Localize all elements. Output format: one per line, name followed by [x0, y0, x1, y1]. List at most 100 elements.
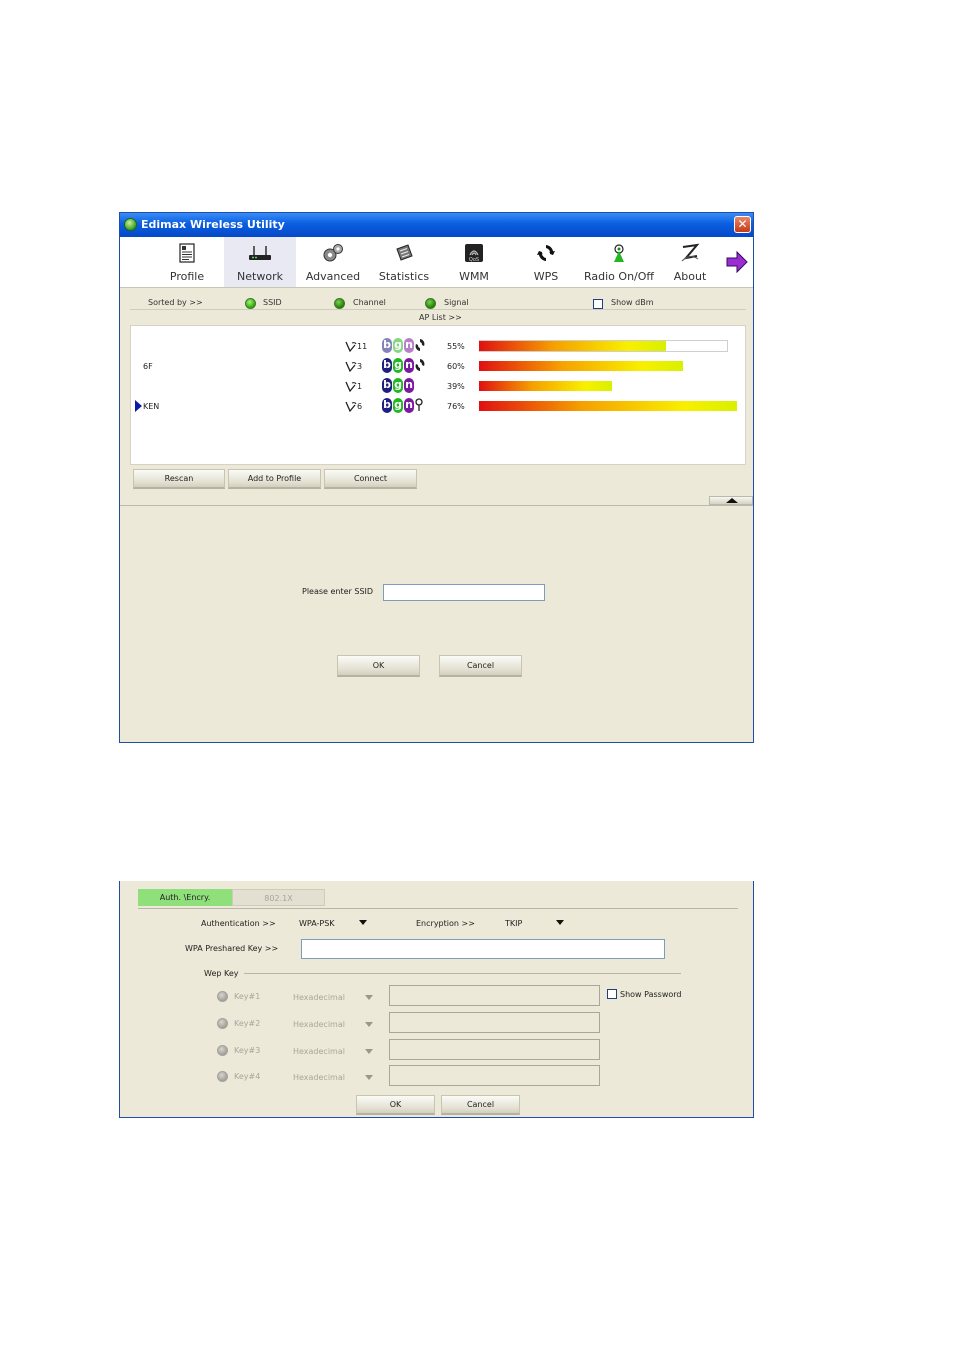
collapse-panel-button[interactable] — [709, 496, 753, 505]
wpa-psk-input[interactable] — [301, 939, 665, 959]
toolbar-advanced-button[interactable]: Advanced — [302, 237, 364, 287]
ap-signal-bar — [479, 361, 683, 371]
toolbar-network-button[interactable]: Network — [224, 237, 296, 287]
wmm-qos-icon: QoS — [465, 244, 483, 263]
wps-icon — [537, 245, 555, 261]
wep-key-format-select[interactable]: Hexadecimal — [291, 1069, 379, 1084]
encryption-select[interactable]: TKIP — [503, 915, 581, 929]
wep-key-label: Key#3 — [234, 1046, 261, 1055]
statistics-icon — [396, 244, 413, 261]
mode-g-badge: g — [393, 358, 403, 373]
next-arrow-icon[interactable] — [725, 251, 749, 273]
mode-n-badge: n — [404, 398, 414, 413]
rescan-button[interactable]: Rescan — [133, 469, 225, 489]
toolbar-label-network: Network — [237, 270, 283, 283]
ssid-ok-button[interactable]: OK — [337, 655, 420, 677]
tab-auth-encry[interactable]: Auth. \Encry. — [138, 889, 232, 906]
wep-key-input[interactable] — [389, 1065, 600, 1086]
ap-ssid: 6F — [143, 362, 153, 371]
toolbar-label-about: About — [673, 270, 707, 283]
channel-antenna-icon — [345, 361, 357, 373]
chevron-down-icon — [556, 920, 564, 925]
connect-button[interactable]: Connect — [324, 469, 417, 489]
wpa-psk-label: WPA Preshared Key >> — [185, 944, 279, 953]
wep-key-format-select[interactable]: Hexadecimal — [291, 1043, 379, 1058]
close-button[interactable]: ✕ — [734, 216, 751, 233]
wep-key-radio[interactable] — [217, 1071, 228, 1082]
wep-key-input[interactable] — [389, 985, 600, 1006]
toolbar-label-wps: WPS — [533, 270, 559, 283]
mode-g-badge: g — [393, 398, 403, 413]
ap-signal-bar — [479, 401, 737, 411]
ap-modes: bgn — [382, 338, 425, 354]
ap-modes: bgn — [382, 398, 423, 414]
show-dbm-checkbox[interactable] — [593, 299, 603, 309]
security-cancel-button[interactable]: Cancel — [441, 1095, 520, 1115]
show-password-label: Show Password — [620, 990, 682, 999]
ap-signal-percent: 55% — [447, 342, 465, 351]
ap-list-label: AP List >> — [419, 313, 462, 322]
ap-signal-percent: 76% — [447, 402, 465, 411]
panel-divider — [120, 505, 753, 506]
ap-channel-number: 11 — [357, 342, 368, 351]
wep-key-input[interactable] — [389, 1039, 600, 1060]
ap-list-row[interactable]: 1 b g n 39% — [131, 378, 745, 396]
wep-key-input[interactable] — [389, 1012, 600, 1033]
chevron-down-icon — [365, 1049, 373, 1054]
toolbar-profile-button[interactable]: Profile — [160, 237, 214, 287]
enter-ssid-label: Please enter SSID — [302, 587, 374, 596]
mode-n-badge: n — [404, 378, 414, 393]
wep-key-format-select[interactable]: Hexadecimal — [291, 989, 379, 1004]
ap-list-row[interactable]: 6F 3 b g n 60% — [131, 358, 745, 376]
wep-key-radio[interactable] — [217, 1018, 228, 1029]
ap-list-row[interactable]: 11 b g n 55% — [131, 338, 745, 356]
svg-text:QoS: QoS — [469, 257, 479, 263]
wep-key-format-select[interactable]: Hexadecimal — [291, 1016, 379, 1031]
toolbar-radio-button[interactable]: Radio On/Off — [578, 237, 660, 287]
wep-key-format-value: Hexadecimal — [293, 993, 345, 1002]
mode-b-badge: b — [382, 398, 392, 413]
wps-icon — [415, 339, 425, 351]
sort-ssid-radio[interactable] — [245, 298, 256, 309]
toolbar-wmm-button[interactable]: QoS WMM — [448, 237, 500, 287]
toolbar-about-button[interactable]: About — [666, 237, 714, 287]
ap-list[interactable]: 11 b g n 55% 6F 3 b g n 60% 1 b g n 39% KEN 6 b g n 76% — [130, 325, 746, 465]
add-to-profile-button[interactable]: Add to Profile — [228, 469, 321, 489]
ssid-input[interactable] — [383, 584, 545, 601]
app-icon — [124, 218, 137, 231]
ap-list-row[interactable]: KEN 6 b g n 76% — [131, 398, 745, 416]
mode-n-badge: n — [404, 338, 414, 353]
ap-signal-percent: 39% — [447, 382, 465, 391]
wep-key-label: Key#4 — [234, 1072, 261, 1081]
wep-key-radio[interactable] — [217, 1045, 228, 1056]
security-ok-button[interactable]: OK — [356, 1095, 435, 1115]
about-icon — [681, 243, 700, 262]
advanced-gears-icon — [323, 244, 343, 262]
ap-signal-bar — [479, 381, 612, 391]
toolbar-label-wmm: WMM — [459, 270, 489, 283]
wep-key-format-value: Hexadecimal — [293, 1073, 345, 1082]
collapse-up-icon — [726, 498, 738, 503]
radio-antenna-icon — [614, 244, 624, 262]
authentication-label: Authentication >> — [201, 919, 276, 928]
wep-key-radio[interactable] — [217, 991, 228, 1002]
wep-key-label: Key#1 — [234, 992, 261, 1001]
toolbar-wps-button[interactable]: WPS — [522, 237, 570, 287]
ap-ssid: KEN — [143, 402, 160, 411]
sort-channel-radio[interactable] — [334, 298, 345, 309]
sort-signal-radio[interactable] — [425, 298, 436, 309]
selected-row-arrow-icon — [135, 400, 142, 412]
mode-b-badge: b — [382, 378, 392, 393]
mode-b-badge: b — [382, 358, 392, 373]
ssid-cancel-button[interactable]: Cancel — [439, 655, 522, 677]
toolbar-statistics-button[interactable]: Statistics — [372, 237, 436, 287]
tab-8021x[interactable]: 802.1X — [232, 889, 325, 906]
chevron-down-icon — [365, 1075, 373, 1080]
title-bar[interactable]: Edimax Wireless Utility ✕ — [120, 213, 753, 237]
authentication-select[interactable]: WPA-PSK — [297, 915, 375, 929]
ap-channel: 3 — [344, 361, 362, 373]
show-password-checkbox[interactable] — [607, 989, 617, 999]
sort-signal-label: Signal — [444, 298, 469, 307]
security-settings-panel: Auth. \Encry. 802.1X Authentication >> W… — [119, 881, 754, 1118]
toolbar-label-profile: Profile — [169, 270, 205, 283]
